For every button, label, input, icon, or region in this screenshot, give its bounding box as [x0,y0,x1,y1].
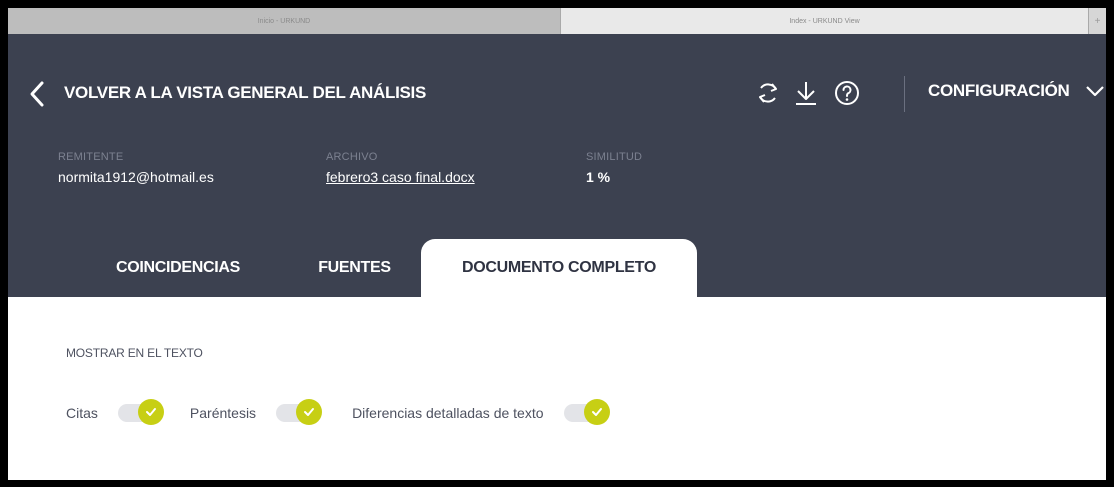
toggle-parentesis-label: Paréntesis [189,405,257,421]
analysis-header: VOLVER A LA VISTA GENERAL DEL ANÁLISIS C… [8,34,1106,297]
toggle-citas-group: Citas [66,399,164,427]
check-icon [145,408,156,416]
chevron-left-icon[interactable] [28,80,46,108]
toggle-diferencias[interactable] [563,399,610,427]
chevron-down-icon [1085,86,1104,97]
file-info: ARCHIVO febrero3 caso final.docx [326,151,475,185]
browser-tab-index[interactable]: Index - URKUND View [560,8,1088,34]
toggle-diferencias-group: Diferencias detalladas de texto [352,399,610,427]
tab-documento-completo[interactable]: DOCUMENTO COMPLETO [421,239,697,297]
similarity-info: SIMILITUD 1 % [586,151,642,185]
configuration-label: CONFIGURACIÓN [928,81,1070,100]
browser-tab-inicio[interactable]: Inicio - URKUND [8,8,560,34]
download-icon[interactable] [791,78,821,108]
refresh-icon[interactable] [753,78,783,108]
help-icon[interactable] [832,78,862,108]
tab-coincidencias[interactable]: COINCIDENCIAS [68,239,288,297]
toggle-parentesis[interactable] [276,399,323,427]
sender-info: REMITENTE normita1912@hotmail.es [58,151,214,185]
toggle-citas[interactable] [117,399,164,427]
tab-fuentes[interactable]: FUENTES [288,239,421,297]
file-label: ARCHIVO [326,151,378,163]
back-to-overview-link[interactable]: VOLVER A LA VISTA GENERAL DEL ANÁLISIS [64,83,426,103]
document-panel: MOSTRAR EN EL TEXTO Citas Paréntesis Dif… [8,297,1106,480]
header-divider [904,76,905,112]
sender-value: normita1912@hotmail.es [58,169,214,185]
toggle-citas-label: Citas [66,405,98,421]
configuration-menu[interactable]: CONFIGURACIÓN [928,81,1106,101]
file-link[interactable]: febrero3 caso final.docx [326,169,475,185]
toggle-diferencias-label: Diferencias detalladas de texto [352,405,544,421]
toggle-row: Citas Paréntesis Diferencias detalladas … [66,397,610,429]
toggle-parentesis-group: Paréntesis [189,399,323,427]
browser-tab-strip: Inicio - URKUND Index - URKUND View + [8,8,1106,34]
app-window: Inicio - URKUND Index - URKUND View + VO… [8,8,1106,480]
check-icon [591,408,602,416]
sender-label: REMITENTE [58,151,124,163]
show-in-text-heading: MOSTRAR EN EL TEXTO [66,346,203,360]
check-icon [304,408,315,416]
similarity-value: 1 % [586,169,611,185]
similarity-label: SIMILITUD [586,151,643,163]
view-tabs: COINCIDENCIAS FUENTES DOCUMENTO COMPLETO [8,239,1106,297]
new-tab-button[interactable]: + [1088,8,1106,34]
